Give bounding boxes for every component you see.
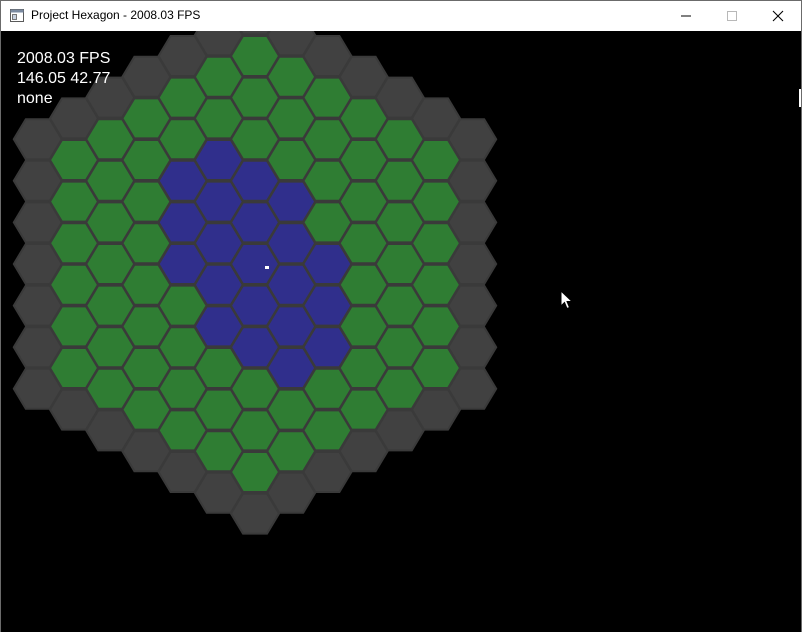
close-icon (772, 10, 784, 22)
mouse-cursor-icon (560, 290, 574, 310)
center-marker (265, 266, 269, 269)
maximize-button[interactable] (709, 1, 755, 31)
hex-board[interactable] (1, 31, 801, 632)
maximize-icon (727, 11, 737, 21)
title-bar[interactable]: Project Hexagon - 2008.03 FPS (1, 1, 801, 31)
game-viewport[interactable]: 2008.03 FPS 146.05 42.77 none (1, 31, 801, 632)
selection-status: none (17, 90, 53, 107)
app-window: Project Hexagon - 2008.03 FPS 2008.03 FP… (0, 0, 802, 632)
minimize-icon (681, 15, 691, 17)
close-button[interactable] (755, 1, 801, 31)
cursor-coords: 146.05 42.77 (17, 70, 111, 87)
app-window-icon (10, 9, 24, 22)
minimize-button[interactable] (663, 1, 709, 31)
hud-overlay: 2008.03 FPS 146.05 42.77 none (17, 49, 110, 109)
edge-artifact (799, 89, 801, 107)
window-title: Project Hexagon - 2008.03 FPS (31, 8, 201, 22)
fps-readout: 2008.03 FPS (17, 50, 111, 67)
